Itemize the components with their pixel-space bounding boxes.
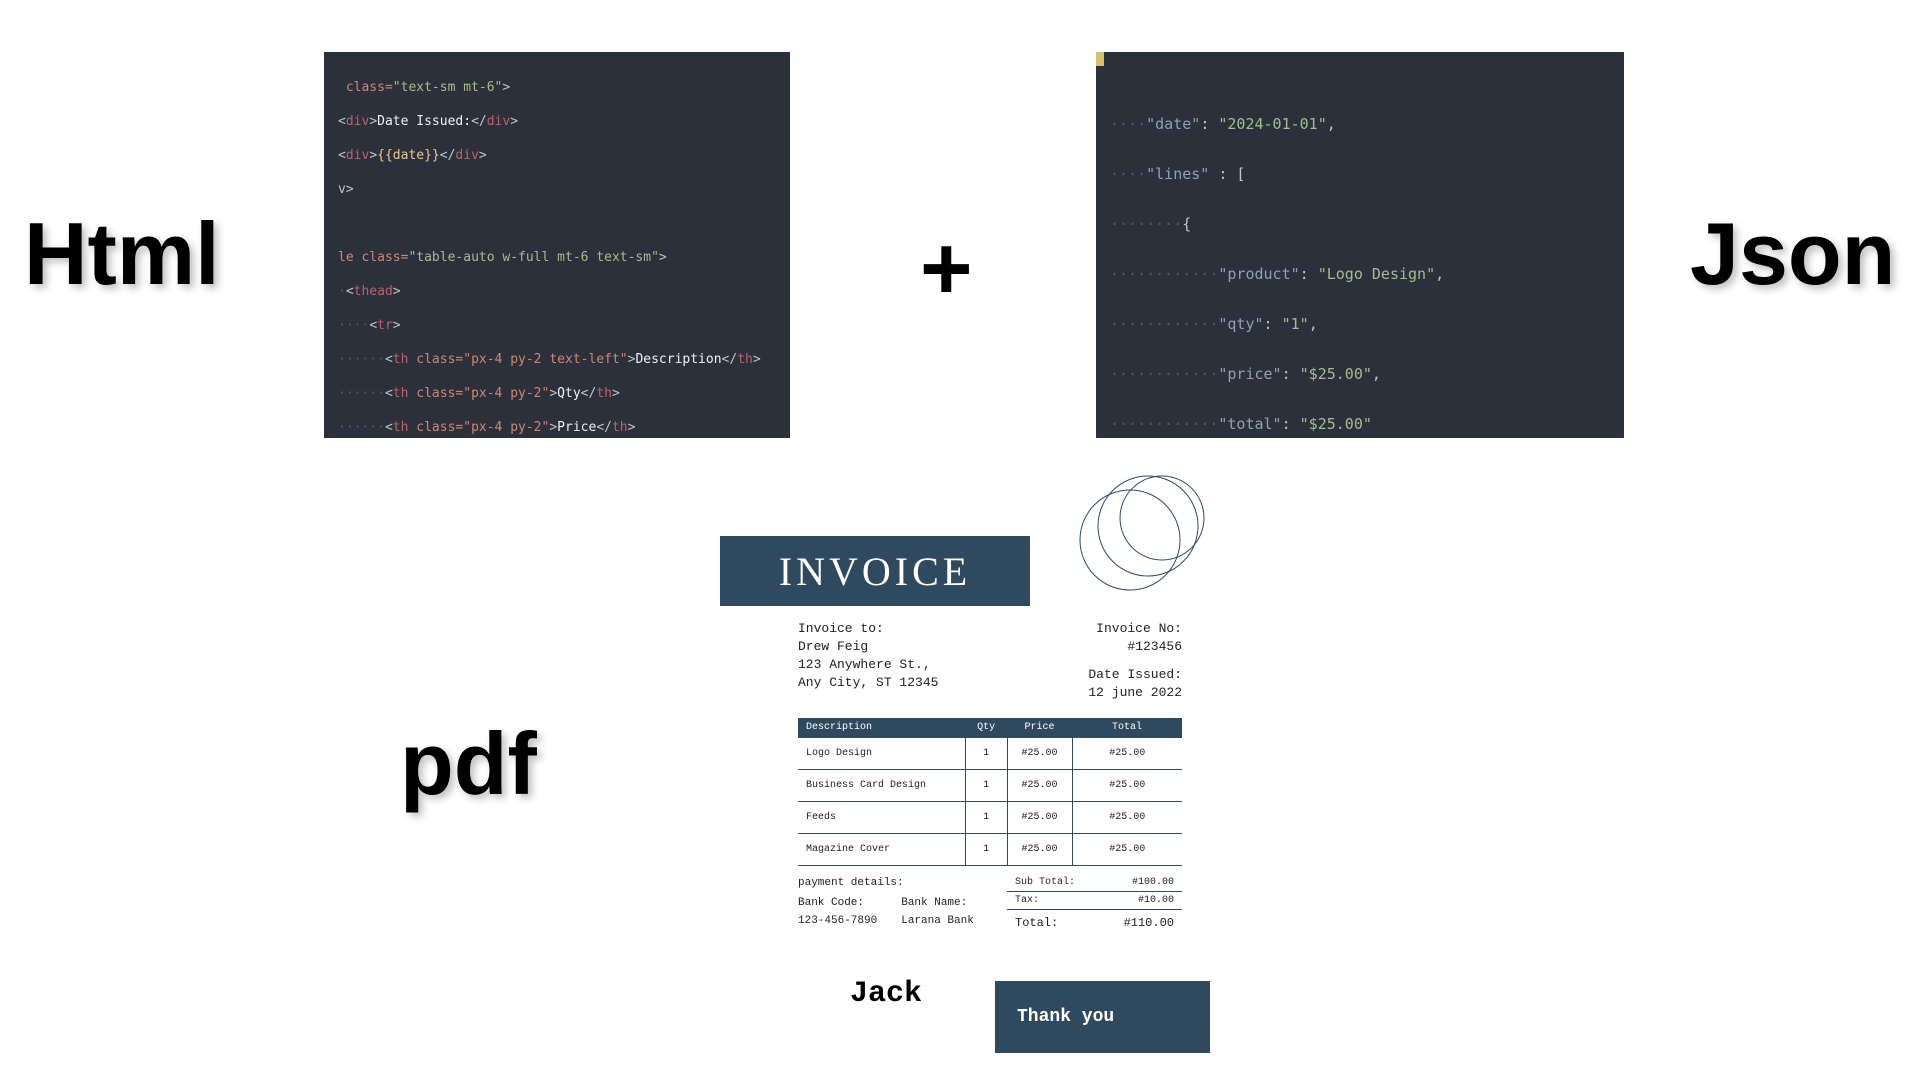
cell-desc: Magazine Cover <box>798 834 965 866</box>
cell-qty: 1 <box>965 802 1007 834</box>
subtotal-label: Sub Total: <box>1015 877 1075 888</box>
invoice-no-label: Invoice No: <box>1088 620 1182 638</box>
plus-icon: + <box>920 224 973 314</box>
invoice-to-block: Invoice to: Drew Feig 123 Anywhere St., … <box>798 620 938 702</box>
subtotal-value: #100.00 <box>1132 877 1174 888</box>
decorative-circles-icon <box>1070 460 1210 600</box>
label-html: Html <box>24 210 220 298</box>
cell-qty: 1 <box>965 834 1007 866</box>
invoice-totals-block: Sub Total: #100.00 Tax: #10.00 Total: #110.… <box>1007 874 1182 933</box>
invoice-thank-you-banner: Thank you <box>995 981 1210 1053</box>
table-row: Feeds1#25.00#25.00 <box>798 802 1182 834</box>
cell-price: #25.00 <box>1007 834 1072 866</box>
cell-price: #25.00 <box>1007 802 1072 834</box>
label-pdf: pdf <box>400 720 537 808</box>
tax-value: #10.00 <box>1138 895 1174 906</box>
total-value: #110.00 <box>1124 916 1174 930</box>
cell-qty: 1 <box>965 770 1007 802</box>
invoice-date-label: Date Issued: <box>1088 666 1182 684</box>
cell-price: #25.00 <box>1007 770 1072 802</box>
table-row: Logo Design1#25.00#25.00 <box>798 738 1182 770</box>
table-row: Business Card Design1#25.00#25.00 <box>798 770 1182 802</box>
cell-total: #25.00 <box>1072 770 1182 802</box>
cell-price: #25.00 <box>1007 738 1072 770</box>
editor-ruler-marker <box>1096 52 1104 66</box>
bank-name-label: Bank Name: <box>901 894 974 912</box>
invoice-title-banner: INVOICE <box>720 536 1030 606</box>
th-total: Total <box>1072 718 1182 738</box>
cell-desc: Business Card Design <box>798 770 965 802</box>
th-qty: Qty <box>965 718 1007 738</box>
code-snippet-json: ····"date": "2024-01-01", ····"lines" : … <box>1096 52 1624 438</box>
cell-desc: Feeds <box>798 802 965 834</box>
cell-total: #25.00 <box>1072 738 1182 770</box>
invoice-signature: Jack <box>850 977 922 1011</box>
bank-code-label: Bank Code: <box>798 894 877 912</box>
th-price: Price <box>1007 718 1072 738</box>
invoice-no-value: #123456 <box>1088 638 1182 656</box>
cell-desc: Logo Design <box>798 738 965 770</box>
tax-label: Tax: <box>1015 895 1039 906</box>
total-label: Total: <box>1015 916 1058 930</box>
cell-total: #25.00 <box>1072 834 1182 866</box>
cell-total: #25.00 <box>1072 802 1182 834</box>
invoice-date-value: 12 june 2022 <box>1088 684 1182 702</box>
table-row: Magazine Cover1#25.00#25.00 <box>798 834 1182 866</box>
invoice-to-label: Invoice to: <box>798 620 938 638</box>
invoice-to-addr2: Any City, ST 12345 <box>798 674 938 692</box>
payment-details-block: payment details: Bank Code: 123-456-7890… <box>798 874 1007 933</box>
cell-qty: 1 <box>965 738 1007 770</box>
bank-code-value: 123-456-7890 <box>798 912 877 930</box>
invoice-line-items-table: Description Qty Price Total Logo Design1… <box>798 718 1182 866</box>
bank-name-value: Larana Bank <box>901 912 974 930</box>
th-description: Description <box>798 718 965 738</box>
invoice-document: INVOICE Invoice to: Drew Feig 123 Anywhe… <box>720 460 1210 1053</box>
invoice-to-addr1: 123 Anywhere St., <box>798 656 938 674</box>
invoice-number-block: Invoice No: #123456 Date Issued: 12 june… <box>1088 620 1182 702</box>
invoice-to-name: Drew Feig <box>798 638 938 656</box>
payment-details-label: payment details: <box>798 874 1007 892</box>
code-snippet-html: class="text-sm mt-6"> <div>Date Issued:<… <box>324 52 790 438</box>
label-json: Json <box>1690 210 1895 298</box>
